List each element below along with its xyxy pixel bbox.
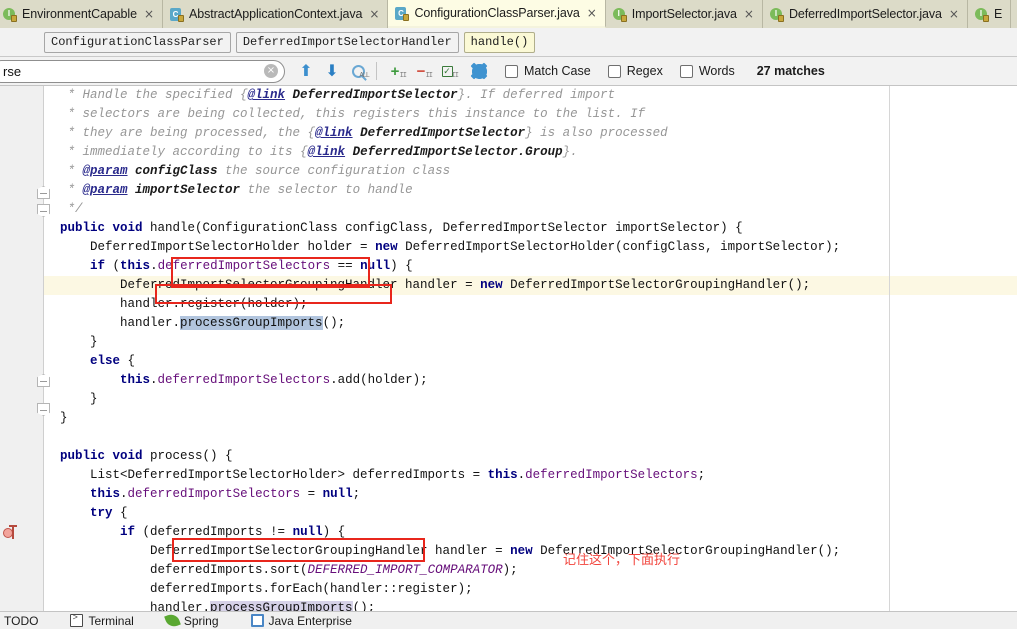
code-line: handler.processGroupImports(); bbox=[60, 599, 1017, 611]
code-line: this.deferredImportSelectors = null; bbox=[90, 487, 361, 501]
spring-leaf-icon bbox=[163, 612, 181, 629]
interface-file-icon: I bbox=[612, 7, 627, 22]
search-field-wrapper[interactable]: × bbox=[0, 59, 285, 83]
find-next-icon[interactable]: ⬇ bbox=[319, 59, 345, 83]
status-item-spring[interactable]: Spring bbox=[163, 612, 231, 629]
add-selection-icon[interactable]: + II bbox=[382, 59, 408, 83]
tab-label: E bbox=[993, 7, 1003, 21]
find-options: Match Case Regex Words bbox=[505, 64, 735, 78]
tab-label: AbstractApplicationContext.java bbox=[189, 7, 363, 21]
breadcrumb-item-class[interactable]: ConfigurationClassParser bbox=[44, 31, 231, 53]
tab-close-icon[interactable]: × bbox=[587, 7, 597, 19]
code-line: * immediately according to its {@link De… bbox=[60, 145, 578, 159]
regex-checkbox[interactable]: Regex bbox=[607, 64, 663, 78]
code-line: } bbox=[60, 392, 98, 406]
breadcrumb: ConfigurationClassParser DeferredImportS… bbox=[0, 28, 1017, 57]
tab-close-icon[interactable]: × bbox=[744, 8, 754, 20]
tab-close-icon[interactable]: × bbox=[949, 8, 959, 20]
code-content[interactable]: * Handle the specified {@link DeferredIm… bbox=[60, 86, 1017, 611]
tab-environment-capable[interactable]: I EnvironmentCapable × bbox=[0, 0, 163, 28]
code-line: } bbox=[60, 411, 68, 425]
tab-close-icon[interactable]: × bbox=[144, 8, 154, 20]
code-line: DeferredImportSelectorGroupingHandler ha… bbox=[60, 544, 841, 558]
code-line: this.deferredImportSelectors.add(holder)… bbox=[120, 373, 428, 387]
code-line: deferredImports.sort(DEFERRED_IMPORT_COM… bbox=[60, 563, 518, 577]
code-editor[interactable]: * Handle the specified {@link DeferredIm… bbox=[0, 86, 1017, 611]
spring-label: Spring bbox=[183, 613, 219, 628]
code-line: public void process() { bbox=[60, 449, 233, 463]
checkbox-box bbox=[679, 64, 693, 78]
status-item-todo[interactable]: TODO bbox=[2, 614, 50, 628]
tab-label: EnvironmentCapable bbox=[22, 7, 137, 21]
java-enterprise-icon bbox=[250, 614, 264, 627]
terminal-icon bbox=[70, 613, 84, 627]
search-input[interactable] bbox=[3, 61, 258, 81]
tab-import-selector[interactable]: I ImportSelector.java × bbox=[605, 0, 763, 28]
code-line: if (this.deferredImportSelectors == null… bbox=[90, 259, 413, 273]
fold-rail bbox=[43, 86, 44, 611]
tab-configuration-class-parser[interactable]: C ConfigurationClassParser.java × bbox=[388, 0, 606, 28]
tab-label: DeferredImportSelector.java bbox=[788, 7, 942, 21]
terminal-label: Terminal bbox=[88, 613, 134, 628]
editor-tab-bar: I EnvironmentCapable × C AbstractApplica… bbox=[0, 0, 1017, 28]
match-case-checkbox[interactable]: Match Case bbox=[505, 64, 591, 78]
code-line: DeferredImportSelectorHolder holder = ne… bbox=[60, 240, 841, 254]
java-enterprise-label: Java Enterprise bbox=[268, 613, 352, 628]
class-file-icon: C bbox=[395, 6, 410, 21]
status-item-java-enterprise[interactable]: Java Enterprise bbox=[249, 614, 364, 628]
code-line: try { bbox=[90, 506, 128, 520]
find-toolbar-icons: ⬆ ⬇ ALL + II − II ✓ II bbox=[293, 59, 492, 83]
code-line: * they are being processed, the {@link D… bbox=[60, 126, 668, 140]
tab-close-icon[interactable]: × bbox=[369, 8, 379, 20]
code-line: handler.processGroupImports(); bbox=[60, 316, 346, 330]
status-item-terminal[interactable]: Terminal bbox=[68, 613, 145, 628]
clear-search-icon[interactable]: × bbox=[264, 64, 278, 78]
code-line: deferredImports.forEach(handler::registe… bbox=[60, 582, 473, 596]
tab-deferred-import-selector[interactable]: I DeferredImportSelector.java × bbox=[762, 0, 968, 28]
breadcrumb-item-inner-class[interactable]: DeferredImportSelectorHandler bbox=[235, 31, 459, 53]
select-all-lines-icon[interactable]: ✓ II bbox=[434, 59, 460, 83]
words-checkbox[interactable]: Words bbox=[679, 64, 735, 78]
checkbox-box bbox=[607, 64, 621, 78]
find-previous-icon[interactable]: ⬆ bbox=[293, 59, 319, 83]
regex-label: Regex bbox=[626, 64, 663, 78]
interface-file-icon: I bbox=[3, 7, 17, 22]
select-all-occurrences-icon[interactable]: ALL bbox=[345, 59, 371, 83]
tab-label: ImportSelector.java bbox=[631, 7, 737, 21]
error-stripe-marker-icon[interactable] bbox=[3, 525, 18, 540]
code-line: List<DeferredImportSelectorHolder> defer… bbox=[60, 468, 706, 482]
todo-label: TODO bbox=[4, 613, 39, 628]
tab-label: ConfigurationClassParser.java bbox=[414, 6, 580, 20]
code-line: handler.register(holder); bbox=[60, 297, 308, 311]
interface-file-icon: I bbox=[974, 7, 989, 22]
words-label: Words bbox=[698, 64, 735, 78]
code-line: * @param importSelector the selector to … bbox=[60, 183, 413, 197]
find-toolbar: × ⬆ ⬇ ALL +II −II ✓II bbox=[0, 57, 1017, 86]
chinese-note: 记住这个，下面执行 bbox=[563, 553, 681, 568]
code-line: public void handle(ConfigurationClass co… bbox=[60, 221, 743, 235]
code-line: DeferredImportSelectorGroupingHandler ha… bbox=[60, 278, 811, 292]
toolbar-divider bbox=[376, 62, 377, 80]
match-case-label: Match Case bbox=[524, 64, 591, 78]
ide-window: I EnvironmentCapable × C AbstractApplica… bbox=[0, 0, 1017, 629]
tab-abstract-application-context[interactable]: C AbstractApplicationContext.java × bbox=[163, 0, 389, 28]
interface-file-icon: I bbox=[769, 7, 784, 22]
code-line: * @param configClass the source configur… bbox=[60, 164, 451, 178]
code-line: else { bbox=[90, 354, 136, 368]
code-line: */ bbox=[60, 202, 83, 216]
code-line: * selectors are being collected, this re… bbox=[60, 107, 646, 121]
breadcrumb-item-method[interactable]: handle() bbox=[463, 31, 536, 53]
code-line: } bbox=[60, 335, 98, 349]
match-count-label: 27 matches bbox=[756, 64, 825, 78]
checkbox-box bbox=[505, 64, 518, 78]
remove-selection-icon[interactable]: − II bbox=[408, 59, 434, 83]
status-bar: TODO Terminal Spring Java Enterprise bbox=[0, 611, 1017, 629]
code-line: * Handle the specified {@link DeferredIm… bbox=[60, 88, 616, 102]
class-file-icon: C bbox=[170, 7, 184, 22]
tab-overflow-next[interactable]: I E bbox=[967, 0, 1012, 28]
find-settings-gear-icon[interactable] bbox=[466, 59, 492, 83]
code-line: if (deferredImports != null) { bbox=[120, 525, 346, 539]
